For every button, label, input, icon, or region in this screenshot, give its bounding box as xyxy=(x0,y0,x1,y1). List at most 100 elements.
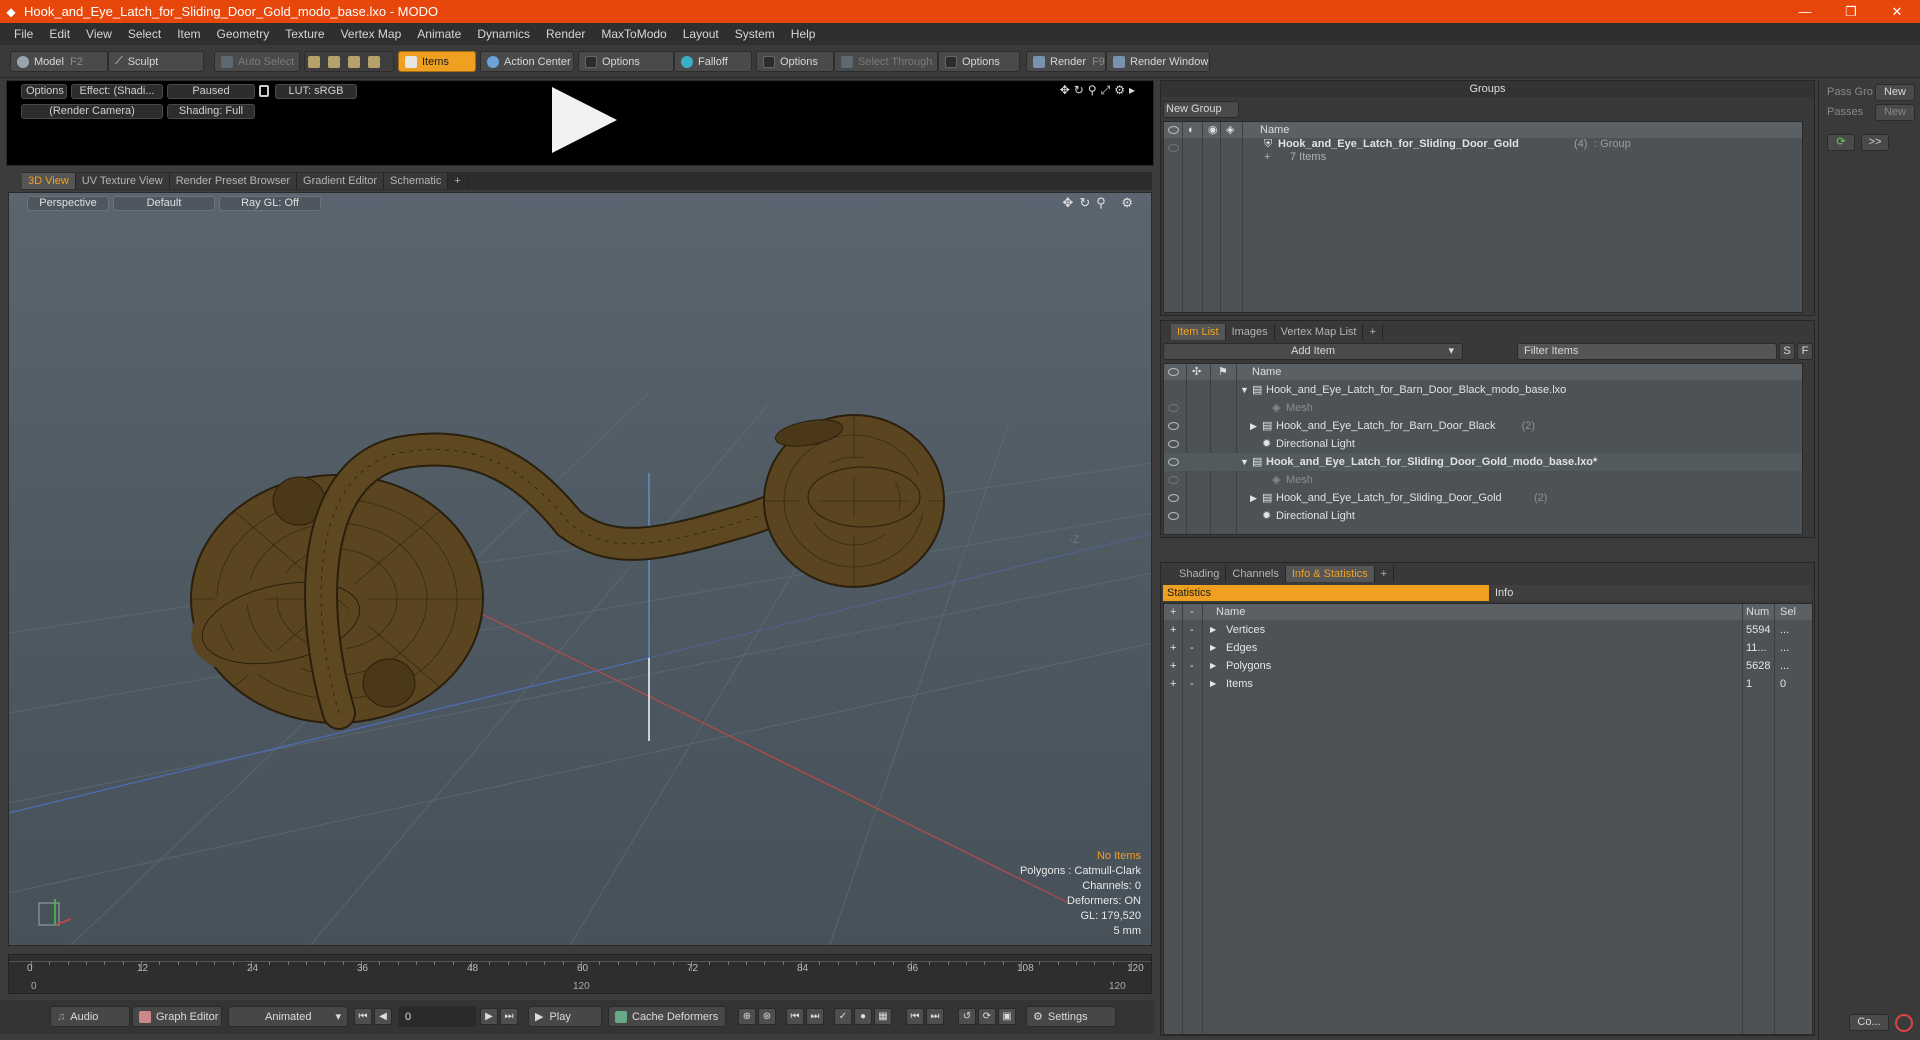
item-list-row[interactable]: ▼ ▤ Hook_and_Eye_Latch_for_Barn_Door_Black… xyxy=(1164,381,1802,399)
expand-arrow-icon[interactable]: ▶ xyxy=(1250,489,1257,507)
play-preview-icon[interactable] xyxy=(552,87,617,153)
expand-plus-icon[interactable]: + xyxy=(1170,639,1176,657)
menu-item[interactable]: Item xyxy=(169,27,208,41)
key-channel-icon[interactable]: ⊛ xyxy=(758,1008,776,1025)
expand-plus-icon[interactable]: + xyxy=(1170,621,1176,639)
vertices-mode-icon[interactable] xyxy=(308,55,320,68)
loop-icon[interactable]: ↺ xyxy=(958,1008,976,1025)
item-list-row[interactable]: ▶ ▤ Hook_and_Eye_Latch_for_Barn_Door_Black… xyxy=(1164,417,1802,435)
collapse-arrow-icon[interactable]: ▼ xyxy=(1240,453,1249,471)
auto-select-button[interactable]: Auto Select xyxy=(214,51,300,72)
collapse-arrow-icon[interactable]: ▼ xyxy=(1240,381,1249,399)
next-frame-button[interactable]: ▶ xyxy=(480,1008,498,1025)
group-row[interactable]: ⛨ Hook_and_Eye_Latch_for_Sliding_Door_Go… xyxy=(1164,138,1802,167)
visibility-icon[interactable] xyxy=(1168,144,1179,152)
render-col-icon[interactable]: ⚑ xyxy=(1218,364,1228,380)
timeline[interactable]: 0 12 24 36 48 60 72 84 96 108 120 0 120 120 xyxy=(8,954,1152,994)
statistics-tab[interactable]: Statistics xyxy=(1163,585,1489,601)
menu-layout[interactable]: Layout xyxy=(675,27,727,41)
options-small-icon[interactable]: ▣ xyxy=(998,1008,1016,1025)
tab-render-preset-browser[interactable]: Render Preset Browser xyxy=(169,173,298,189)
expand-button[interactable]: >> xyxy=(1861,134,1889,151)
menu-help[interactable]: Help xyxy=(783,27,824,41)
key-all-icon[interactable]: ▦ xyxy=(874,1008,892,1025)
animated-dropdown[interactable]: Animated ▾ xyxy=(228,1006,348,1027)
edges-mode-icon[interactable] xyxy=(328,55,340,68)
item-list-row[interactable]: ✹ Directional Light xyxy=(1164,435,1802,453)
shading-dropdown[interactable]: Shading: Full xyxy=(167,104,255,119)
item-list-row[interactable]: ◈ Mesh xyxy=(1164,471,1802,489)
tab-gradient-editor[interactable]: Gradient Editor xyxy=(297,173,384,189)
jump-key-end-icon[interactable]: ⏭ xyxy=(926,1008,944,1025)
menu-texture[interactable]: Texture xyxy=(277,27,332,41)
menu-geometry[interactable]: Geometry xyxy=(209,27,278,41)
tab-3d-view[interactable]: 3D View xyxy=(22,173,76,189)
f-button[interactable]: F xyxy=(1797,343,1813,360)
lut-dropdown[interactable]: LUT: sRGB xyxy=(275,84,357,99)
next-key-icon[interactable]: ⏭ xyxy=(806,1008,824,1025)
visibility-icon[interactable] xyxy=(1168,440,1179,448)
expand-arrow-icon[interactable]: ▶ xyxy=(1250,417,1257,435)
polygons-mode-icon[interactable] xyxy=(348,55,360,68)
menu-maxtomodo[interactable]: MaxToModo xyxy=(593,27,674,41)
stat-row[interactable]: + - ▶ Vertices 5594... xyxy=(1164,621,1812,639)
new-pass-button[interactable]: New xyxy=(1875,104,1915,121)
falloff-options-button[interactable]: Options xyxy=(756,51,834,72)
expand-arrow-icon[interactable]: ▶ xyxy=(1210,675,1216,693)
render-camera-dropdown[interactable]: (Render Camera) xyxy=(21,104,163,119)
collapse-minus-icon[interactable]: - xyxy=(1190,657,1194,675)
visibility-icon[interactable] xyxy=(1168,404,1179,412)
minimize-button[interactable]: — xyxy=(1782,0,1828,23)
power-icon[interactable] xyxy=(1895,1014,1913,1032)
refresh-icon[interactable]: ⟳ xyxy=(1827,134,1855,151)
maximize-button[interactable]: ❐ xyxy=(1828,0,1874,23)
visibility-icon[interactable] xyxy=(1168,368,1179,376)
tab-item-list[interactable]: Item List xyxy=(1171,324,1226,340)
render-window-button[interactable]: Render Window xyxy=(1106,51,1210,72)
play-button[interactable]: ▶ Play xyxy=(528,1006,602,1027)
previous-key-icon[interactable]: ⏮ xyxy=(786,1008,804,1025)
select-through-options-button[interactable]: Options xyxy=(938,51,1020,72)
preview-effect-dropdown[interactable]: Effect: (Shadi... xyxy=(71,84,163,99)
collapse-minus-icon[interactable]: - xyxy=(1190,675,1194,693)
menu-view[interactable]: View xyxy=(78,27,120,41)
visibility-icon[interactable] xyxy=(1168,422,1179,430)
menu-file[interactable]: File xyxy=(6,27,41,41)
lock-col-icon[interactable]: ✣ xyxy=(1192,364,1201,380)
add-tab-button[interactable]: + xyxy=(1375,566,1395,582)
expand-plus-icon[interactable]: + xyxy=(1170,657,1176,675)
sculpt-button[interactable]: ⟋ Sculpt xyxy=(108,51,204,72)
preview-options-button[interactable]: Options xyxy=(21,84,67,99)
item-list-row[interactable]: ▼ ▤ Hook_and_Eye_Latch_for_Sliding_Door_Go… xyxy=(1164,453,1802,471)
expand-arrow-icon[interactable]: ▶ xyxy=(1210,639,1216,657)
audio-button[interactable]: ♫ Audio xyxy=(50,1006,130,1027)
visibility-icon[interactable] xyxy=(1168,494,1179,502)
visibility-icon[interactable] xyxy=(1168,458,1179,466)
item-list-row[interactable]: ◈ Mesh xyxy=(1164,399,1802,417)
record-icon[interactable]: ● xyxy=(854,1008,872,1025)
stat-row[interactable]: + - ▶ Polygons 5628... xyxy=(1164,657,1812,675)
tab-shading[interactable]: Shading xyxy=(1173,566,1227,582)
visibility-icon[interactable] xyxy=(1168,512,1179,520)
settings-button[interactable]: ⚙ Settings xyxy=(1026,1006,1116,1027)
add-tab-button[interactable]: + xyxy=(1363,324,1383,340)
keyframe-icon[interactable]: ⊕ xyxy=(738,1008,756,1025)
render-col-icon[interactable]: ◉ xyxy=(1208,122,1218,138)
expand-arrow-icon[interactable]: ▶ xyxy=(1210,621,1216,639)
add-item-dropdown[interactable]: Add Item ▾ xyxy=(1163,343,1463,360)
graph-editor-button[interactable]: Graph Editor xyxy=(132,1006,222,1027)
new-group-button[interactable]: New Group xyxy=(1163,101,1239,118)
info-tab[interactable]: Info xyxy=(1491,585,1811,601)
lock-icon[interactable] xyxy=(259,85,269,97)
previous-frame-button[interactable]: ◀ xyxy=(374,1008,392,1025)
menu-system[interactable]: System xyxy=(727,27,783,41)
materials-mode-icon[interactable] xyxy=(368,55,380,68)
stat-row[interactable]: + - ▶ Items 1 0 xyxy=(1164,675,1812,693)
co-button[interactable]: Co... xyxy=(1849,1014,1889,1031)
menu-dynamics[interactable]: Dynamics xyxy=(469,27,538,41)
model-button[interactable]: Model F2 xyxy=(10,51,108,72)
render-button[interactable]: Render F9 xyxy=(1026,51,1106,72)
lock-col-icon[interactable]: ◐ xyxy=(1188,122,1195,138)
visibility-icon[interactable] xyxy=(1168,126,1179,134)
tab-channels[interactable]: Channels xyxy=(1226,566,1286,582)
